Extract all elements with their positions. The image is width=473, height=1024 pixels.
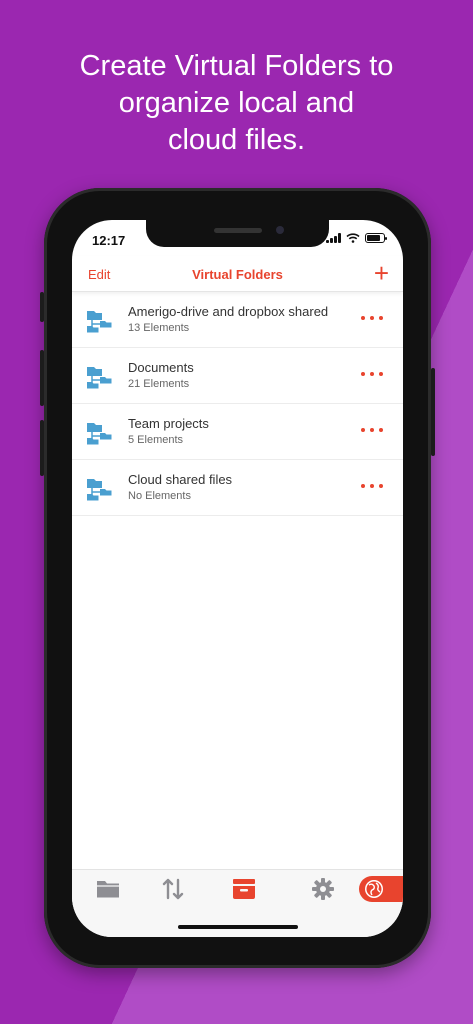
- list-item[interactable]: Documents 21 Elements: [72, 348, 403, 404]
- tab-settings[interactable]: [309, 876, 337, 902]
- virtual-folder-icon: [87, 367, 112, 389]
- more-options-button[interactable]: [361, 420, 383, 440]
- list-item[interactable]: Team projects 5 Elements: [72, 404, 403, 460]
- folder-count: No Elements: [128, 490, 191, 502]
- virtual-folder-list: Amerigo-drive and dropbox shared 13 Elem…: [72, 292, 403, 516]
- virtual-folder-icon: [87, 423, 112, 445]
- headline-line-2: organize local and: [118, 87, 355, 119]
- folder-name: Cloud shared files: [128, 472, 233, 487]
- add-folder-button[interactable]: +: [374, 258, 389, 288]
- headline-line-1: Create Virtual Folders to: [79, 50, 394, 82]
- headline-line-3: cloud files.: [167, 124, 305, 156]
- status-icons: [326, 233, 387, 243]
- phone-volume-up: [40, 350, 44, 406]
- list-item[interactable]: Amerigo-drive and dropbox shared 13 Elem…: [72, 292, 403, 348]
- phone-power-button: [431, 368, 435, 456]
- tab-bar: [72, 869, 403, 937]
- virtual-folder-icon: [87, 479, 112, 501]
- list-item[interactable]: Cloud shared files No Elements: [72, 460, 403, 516]
- tab-network[interactable]: [359, 876, 403, 902]
- signal-icon: [326, 233, 341, 243]
- notch: [146, 220, 329, 247]
- speaker: [214, 228, 262, 233]
- tab-transfers[interactable]: [159, 876, 187, 902]
- phone-mute-switch: [40, 292, 44, 322]
- folder-count: 5 Elements: [128, 434, 184, 446]
- folder-name: Documents: [128, 360, 194, 375]
- wifi-icon: [346, 233, 360, 243]
- battery-icon: [365, 233, 387, 243]
- globe-icon: [365, 880, 383, 898]
- page-title: Virtual Folders: [192, 267, 283, 282]
- folder-count: 13 Elements: [128, 322, 190, 334]
- navigation-bar: Edit Virtual Folders +: [72, 256, 403, 292]
- virtual-folder-icon: [87, 311, 112, 333]
- status-time: 12:17: [92, 233, 126, 248]
- camera: [276, 226, 284, 234]
- more-options-button[interactable]: [361, 364, 383, 384]
- headline: Create Virtual Folders to organize local…: [0, 48, 473, 159]
- more-options-button[interactable]: [361, 308, 383, 328]
- tab-folders[interactable]: [94, 876, 122, 902]
- folder-name: Amerigo-drive and dropbox shared: [128, 304, 329, 319]
- folder-count: 21 Elements: [128, 378, 190, 390]
- folder-name: Team projects: [128, 416, 209, 431]
- home-indicator: [178, 925, 298, 929]
- tab-virtual-folders[interactable]: [230, 876, 258, 902]
- app-screen: 12:17 Edit Virtual Folders + Amerigo-dri…: [72, 220, 403, 937]
- phone-volume-down: [40, 420, 44, 476]
- more-options-button[interactable]: [361, 476, 383, 496]
